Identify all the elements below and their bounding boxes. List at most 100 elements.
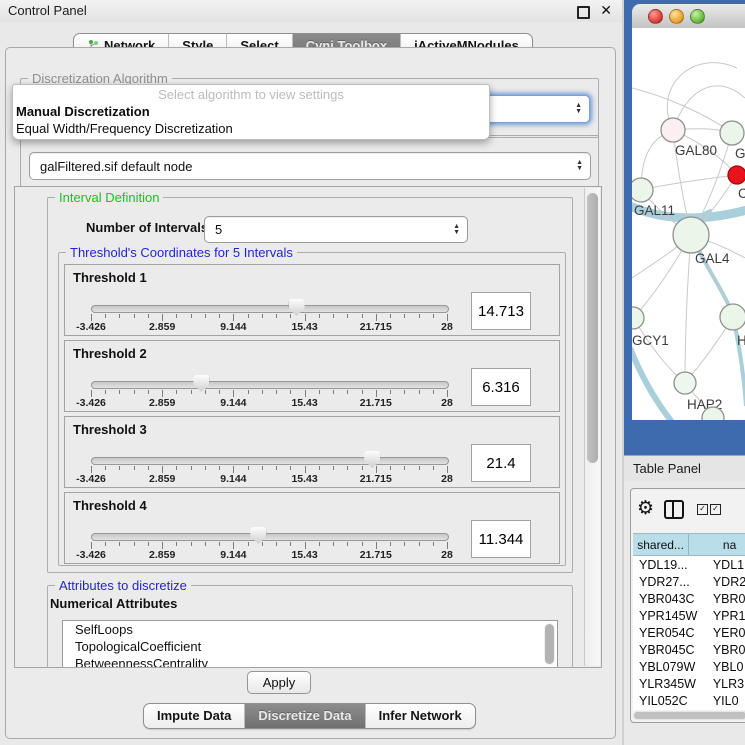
network-edge[interactable] xyxy=(685,235,691,383)
slider-tick-label: -3.426 xyxy=(76,397,106,409)
popup-option-equal-width-frequency[interactable]: Equal Width/Frequency Discretization xyxy=(16,121,486,136)
table-data-combobox[interactable]: galFiltered.sif default node ▲▼ xyxy=(29,152,591,180)
network-canvas[interactable]: GAL80GACGAL11GAL4GCY1HHAP2 xyxy=(632,28,745,420)
tab-impute-data[interactable]: Impute Data xyxy=(144,704,244,728)
scrollbar-thumb[interactable] xyxy=(634,712,745,719)
slider-tick xyxy=(390,314,391,318)
network-node-gal11[interactable] xyxy=(632,178,653,202)
network-node-h[interactable] xyxy=(720,304,745,330)
network-window-titlebar[interactable] xyxy=(632,4,745,29)
slider-tick xyxy=(233,390,234,397)
slider-tick xyxy=(376,314,377,321)
table-panel-titlebar: Table Panel xyxy=(624,455,745,483)
settings-vertical-scrollbar[interactable] xyxy=(584,188,600,666)
threshold-value-field[interactable]: 6.316 xyxy=(471,368,531,406)
table-row[interactable]: YIL052CYIL0 xyxy=(633,692,745,709)
slider-tick xyxy=(347,314,348,318)
table-row[interactable]: YBL079WYBL0 xyxy=(633,658,745,675)
scrollbar-thumb[interactable] xyxy=(545,624,554,664)
slider-tick xyxy=(347,542,348,546)
table-cell[interactable]: YDL19... xyxy=(633,558,707,572)
slider-track[interactable] xyxy=(91,381,449,389)
network-node-ga[interactable] xyxy=(720,121,744,145)
zoom-traffic-light-icon[interactable] xyxy=(690,9,705,24)
table-header-shared-name[interactable]: shared... xyxy=(633,534,689,555)
table-row[interactable]: YBR045CYBR0 xyxy=(633,641,745,658)
slider-track[interactable] xyxy=(91,457,449,465)
attribute-list-item[interactable]: BetweennessCentrality xyxy=(63,655,557,668)
table-cell[interactable]: YBR045C xyxy=(633,643,707,657)
network-node-c[interactable] xyxy=(728,166,745,184)
number-of-intervals-combobox[interactable]: 5 ▲▼ xyxy=(204,216,468,243)
table-row[interactable]: YLR345WYLR3 xyxy=(633,675,745,692)
slider-tick xyxy=(191,390,192,394)
network-edge-highlighted[interactable] xyxy=(632,348,672,420)
table-header-name[interactable]: na xyxy=(689,534,745,555)
tab-discretize-data[interactable]: Discretize Data xyxy=(244,704,364,728)
float-window-icon[interactable] xyxy=(577,6,590,19)
apply-button[interactable]: Apply xyxy=(247,671,311,694)
table-cell[interactable]: YDR2 xyxy=(707,575,745,589)
attribute-list-item[interactable]: TopologicalCoefficient xyxy=(63,638,557,655)
table-cell[interactable]: YLR345W xyxy=(633,677,707,691)
table-cell[interactable]: YIL052C xyxy=(633,694,707,708)
threshold-label: Threshold 3 xyxy=(73,422,147,437)
threshold-value-field[interactable]: 21.4 xyxy=(471,444,531,482)
tab-infer-network[interactable]: Infer Network xyxy=(365,704,475,728)
slider-tick xyxy=(404,542,405,546)
table-row[interactable]: YPR145WYPR1 xyxy=(633,607,745,624)
table-cell[interactable]: YER0 xyxy=(707,626,745,640)
network-node-gal4[interactable] xyxy=(673,217,709,253)
table-cell[interactable]: YBL0 xyxy=(707,660,745,674)
slider-tick xyxy=(105,314,106,318)
table-cell[interactable]: YBL079W xyxy=(633,660,707,674)
slider-track[interactable] xyxy=(91,305,449,313)
slider-tick xyxy=(276,466,277,470)
close-traffic-light-icon[interactable] xyxy=(648,9,663,24)
network-edge[interactable] xyxy=(641,175,737,190)
table-cell[interactable]: YPR1 xyxy=(707,609,745,623)
threshold-value-field[interactable]: 14.713 xyxy=(471,292,531,330)
table-cell[interactable]: YBR0 xyxy=(707,592,745,606)
slider-tick xyxy=(404,390,405,394)
slider-tick-label: 2.859 xyxy=(149,473,175,485)
table-cell[interactable]: YBR043C xyxy=(633,592,707,606)
table-cell[interactable]: YPR145W xyxy=(633,609,707,623)
gear-icon[interactable]: ⚙ xyxy=(637,497,654,519)
attribute-list-item[interactable]: SelfLoops xyxy=(63,621,557,638)
slider-track[interactable] xyxy=(91,533,449,541)
minimize-traffic-light-icon[interactable] xyxy=(669,9,684,24)
split-column-icon[interactable] xyxy=(664,500,684,519)
network-node-hap2[interactable] xyxy=(674,372,696,394)
thresholds-group-label: Threshold's Coordinates for 5 Intervals xyxy=(66,245,297,260)
attributes-list-scrollbar[interactable] xyxy=(544,623,555,665)
threshold-label: Threshold 1 xyxy=(73,270,147,285)
numerical-attributes-list[interactable]: SelfLoopsTopologicalCoefficientBetweenne… xyxy=(62,620,558,668)
table-cell[interactable]: YDR27... xyxy=(633,575,707,589)
table-cell[interactable]: YBR0 xyxy=(707,643,745,657)
table-row[interactable]: YBR043CYBR0 xyxy=(633,590,745,607)
slider-tick xyxy=(404,466,405,470)
slider-tick-label: 2.859 xyxy=(149,397,175,409)
slider-tick xyxy=(333,390,334,394)
slider-tick-label: -3.426 xyxy=(76,473,106,485)
slider-tick xyxy=(176,314,177,318)
table-cell[interactable]: YDL1 xyxy=(707,558,745,572)
close-icon[interactable]: ✕ xyxy=(600,2,612,19)
network-graph[interactable]: GAL80GACGAL11GAL4GCY1HHAP2 xyxy=(632,28,745,420)
table-row[interactable]: YDL19...YDL1 xyxy=(633,556,745,573)
table-cell[interactable]: YER054C xyxy=(633,626,707,640)
slider-tick xyxy=(134,314,135,318)
table-cell[interactable]: YLR3 xyxy=(707,677,745,691)
threshold-value-field[interactable]: 11.344 xyxy=(471,520,531,558)
network-node-gal80[interactable] xyxy=(661,118,685,142)
scrollbar-thumb[interactable] xyxy=(587,193,598,463)
checkbox-pair-icon[interactable]: ✓ ✓ xyxy=(697,504,721,515)
table-cell[interactable]: YIL0 xyxy=(707,694,745,708)
popup-option-manual-discretization[interactable]: Manual Discretization xyxy=(16,104,486,119)
slider-tick xyxy=(262,314,263,318)
table-row[interactable]: YDR27...YDR2 xyxy=(633,573,745,590)
table-row[interactable]: YER054CYER0 xyxy=(633,624,745,641)
table-horizontal-scrollbar[interactable] xyxy=(633,711,745,720)
network-node-gcy1[interactable] xyxy=(632,307,644,329)
